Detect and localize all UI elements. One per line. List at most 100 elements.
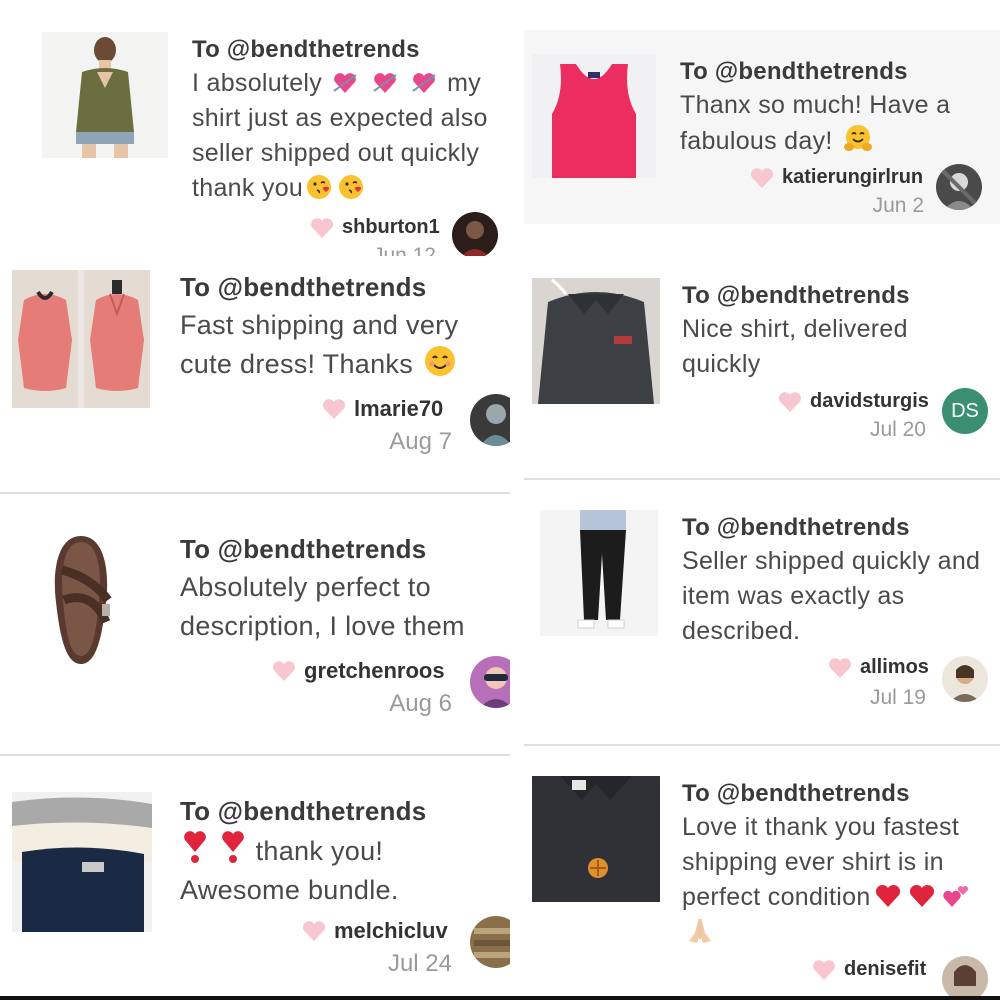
reviewer-link[interactable]: shburton1 <box>310 216 440 239</box>
review-date: Aug 6 <box>389 690 452 717</box>
message-text: Fast shipping and very cute dress! Thank… <box>180 310 459 379</box>
reviewer-link[interactable]: melchicluv <box>302 918 448 944</box>
recipient-handle: To @bendthetrends <box>180 534 427 564</box>
reviewer-username[interactable]: davidsturgis <box>810 390 929 413</box>
reviewer-link[interactable]: gretchenroos <box>272 658 445 684</box>
review-card[interactable]: To @bendthetrends thank you! Awesome bun… <box>0 756 510 996</box>
item-thumbnail[interactable] <box>532 54 656 178</box>
item-thumbnail[interactable] <box>12 530 150 668</box>
item-thumbnail[interactable] <box>42 32 168 158</box>
message-text: Awesome bundle. <box>180 875 399 905</box>
reviewer-link[interactable]: davidsturgis <box>778 390 929 413</box>
review-message: thank you! Awesome bundle. <box>180 830 500 910</box>
two-hearts-icon <box>942 883 970 909</box>
reviewer-avatar[interactable] <box>942 656 988 702</box>
item-thumbnail[interactable] <box>532 776 660 902</box>
review-card[interactable]: To @bendthetrends Absolutely perfect to … <box>0 494 510 756</box>
review-card[interactable]: To @bendthetrends Fast shipping and very… <box>0 256 510 494</box>
reviewer-avatar[interactable] <box>936 164 982 210</box>
reviewer-avatar[interactable] <box>470 656 510 708</box>
item-thumbnail[interactable] <box>12 792 152 932</box>
recipient-handle: To @bendthetrends <box>180 272 427 302</box>
reviewer-avatar[interactable] <box>470 394 510 446</box>
reviewer-username[interactable]: shburton1 <box>342 216 440 239</box>
review-date: Jun 2 <box>872 194 924 217</box>
heart-icon <box>311 217 333 238</box>
recipient-handle: To @bendthetrends <box>680 58 908 85</box>
reviewer-avatar[interactable]: DS <box>942 388 988 434</box>
review-date: Jul 20 <box>869 418 926 441</box>
reviewer-username[interactable]: gretchenroos <box>304 658 445 684</box>
message-text: thank you! <box>255 836 384 866</box>
review-card[interactable]: To @bendthetrends Thanx so much! Have a … <box>524 30 1000 224</box>
review-date: Jun 12 <box>372 244 436 256</box>
heart-icon <box>323 399 345 419</box>
review-message: Absolutely perfect to description, I lov… <box>180 568 500 646</box>
review-card[interactable]: To @bendthetrends Love it thank you fast… <box>524 746 1000 996</box>
kiss-face-icon <box>306 174 332 200</box>
message-text: Seller shipped quickly and item was exac… <box>682 547 981 645</box>
kiss-face-icon <box>338 174 364 200</box>
red-heart-icon <box>908 883 936 909</box>
black-pants-image <box>540 510 658 636</box>
red-heart-icon <box>874 883 902 909</box>
message-text: Thanx so much! Have a fabulous day! <box>680 91 951 155</box>
recipient-handle: To @bendthetrends <box>682 780 910 807</box>
message-text: I absolutely <box>192 69 323 97</box>
reviewer-link[interactable]: lmarie70 <box>322 396 443 422</box>
review-message: Fast shipping and very cute dress! Thank… <box>180 306 500 384</box>
recipient-handle: To @bendthetrends <box>682 514 910 541</box>
red-exclamation-heart-icon <box>221 830 245 864</box>
cupid-heart-icon <box>372 71 398 95</box>
pink-tank-image <box>532 54 656 178</box>
review-date: Jul 24 <box>387 950 452 977</box>
reviewer-avatar[interactable] <box>942 956 988 996</box>
smiling-face-icon <box>424 345 456 377</box>
review-message: Seller shipped quickly and item was exac… <box>682 544 982 649</box>
reviewer-username[interactable]: lmarie70 <box>354 396 443 422</box>
review-card[interactable]: To @bendthetrends I absolutely my shirt … <box>20 24 524 256</box>
tank-bundle-image <box>12 792 152 932</box>
screen-bottom-edge <box>0 996 1000 1000</box>
review-date: Aug 7 <box>389 428 452 455</box>
recipient-handle: To @bendthetrends <box>180 796 427 826</box>
reviewer-username[interactable]: katierungirlrun <box>782 166 923 189</box>
recipient-handle: To @bendthetrends <box>682 282 910 309</box>
coral-dress-image <box>12 270 150 408</box>
review-message: Love it thank you fastest shipping ever … <box>682 810 992 951</box>
cupid-heart-icon <box>411 71 437 95</box>
sandal-image <box>12 530 150 668</box>
olive-top-image <box>42 32 168 158</box>
heart-icon <box>829 657 851 678</box>
item-thumbnail[interactable] <box>12 270 150 408</box>
review-message: Thanx so much! Have a fabulous day! <box>680 88 980 159</box>
heart-icon <box>813 959 835 980</box>
reviewer-username[interactable]: allimos <box>860 656 929 679</box>
heart-icon <box>273 661 295 681</box>
message-text: Absolutely perfect to description, I lov… <box>180 572 465 641</box>
hugging-face-icon <box>843 123 873 153</box>
item-thumbnail[interactable] <box>532 278 660 404</box>
review-card[interactable]: To @bendthetrends Seller shipped quickly… <box>524 480 1000 746</box>
message-text: my <box>447 69 482 97</box>
reviewer-avatar[interactable] <box>452 212 498 256</box>
reviewer-link[interactable]: katierungirlrun <box>750 166 923 189</box>
review-card[interactable]: To @bendthetrends Nice shirt, delivered … <box>524 224 1000 480</box>
review-message: Nice shirt, delivered quickly <box>682 312 962 382</box>
reviewer-link[interactable]: denisefit <box>812 958 926 981</box>
cupid-heart-icon <box>332 71 358 95</box>
item-thumbnail[interactable] <box>540 510 658 636</box>
reviewer-username[interactable]: denisefit <box>844 958 926 981</box>
review-date: Jul 19 <box>869 686 926 709</box>
recipient-handle: To @bendthetrends <box>192 36 420 63</box>
message-text: Nice shirt, delivered quickly <box>682 315 908 378</box>
folded-hands-icon <box>685 915 715 945</box>
reviewer-link[interactable]: allimos <box>828 656 929 679</box>
gray-work-shirt-image <box>532 278 660 404</box>
reviewer-username[interactable]: melchicluv <box>334 918 448 944</box>
dark-work-shirt-image <box>532 776 660 902</box>
red-exclamation-heart-icon <box>183 830 207 864</box>
heart-icon <box>303 921 325 941</box>
heart-icon <box>779 391 801 412</box>
reviewer-avatar[interactable] <box>470 916 510 968</box>
